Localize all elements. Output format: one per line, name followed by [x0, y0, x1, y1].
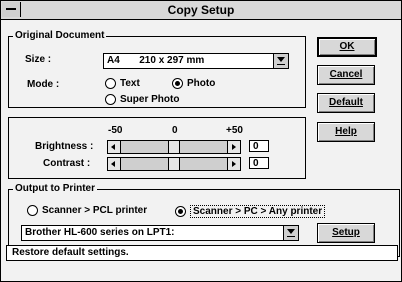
help-button-label: Help	[335, 126, 357, 137]
brightness-label: Brightness :	[35, 141, 94, 152]
output-pcl-label: Scanner > PCL printer	[42, 205, 148, 216]
size-dropdown-button[interactable]	[273, 54, 288, 68]
mode-photo-radio[interactable]: Photo	[172, 78, 215, 89]
radio-circle-icon	[105, 94, 116, 105]
size-label: Size :	[25, 54, 52, 65]
contrast-label: Contrast :	[43, 158, 91, 169]
copy-setup-dialog: Copy Setup Original Document Size : A4 2…	[0, 0, 402, 282]
output-any-printer-label: Scanner > PC > Any printer	[190, 205, 326, 218]
printer-dropdown-button[interactable]	[283, 226, 298, 240]
chevron-down-icon	[287, 229, 295, 234]
output-to-printer-title: Output to Printer	[13, 183, 97, 194]
default-button[interactable]: Default	[317, 93, 375, 113]
original-document-title: Original Document	[13, 30, 107, 41]
help-button[interactable]: Help	[317, 122, 375, 142]
printer-dropdown-value: Brother HL-600 series on LPT1:	[25, 227, 175, 238]
contrast-value-field[interactable]: 0	[249, 157, 269, 169]
brightness-value-field[interactable]: 0	[249, 140, 269, 152]
cancel-button-label: Cancel	[329, 69, 363, 80]
size-dropdown-value: A4 210 x 297 mm	[107, 55, 205, 66]
mode-super-photo-radio[interactable]: Super Photo	[105, 94, 179, 105]
dropdown-underline	[277, 64, 285, 65]
status-text: Restore default settings.	[12, 247, 129, 258]
image-adjust-group: -50 0 +50 Brightness : 0 Contrast : 0	[8, 117, 306, 179]
mode-text-radio[interactable]: Text	[105, 78, 140, 89]
mode-photo-label: Photo	[187, 78, 216, 89]
output-pcl-radio[interactable]: Scanner > PCL printer	[27, 205, 147, 216]
scroll-left-icon[interactable]	[108, 158, 121, 170]
default-button-label: Default	[329, 97, 363, 108]
ok-button-label: OK	[339, 41, 355, 52]
mode-text-label: Text	[120, 78, 140, 89]
scale-mid-label: 0	[172, 125, 178, 136]
title-bar[interactable]: Copy Setup	[1, 1, 401, 20]
dialog-body: Original Document Size : A4 210 x 297 mm…	[1, 20, 401, 281]
brightness-slider[interactable]	[107, 140, 241, 154]
original-document-group: Original Document Size : A4 210 x 297 mm…	[8, 30, 306, 108]
dropdown-underline	[287, 236, 295, 237]
window-title: Copy Setup	[167, 3, 235, 17]
cancel-button[interactable]: Cancel	[317, 65, 375, 85]
radio-circle-icon	[27, 205, 38, 216]
radio-circle-icon	[105, 78, 116, 89]
scroll-right-icon[interactable]	[227, 158, 240, 170]
scale-max-label: +50	[226, 125, 243, 136]
size-dropdown[interactable]: A4 210 x 297 mm	[103, 53, 289, 69]
mode-label: Mode :	[27, 79, 60, 90]
mode-super-photo-label: Super Photo	[120, 94, 180, 105]
scale-min-label: -50	[108, 125, 123, 136]
contrast-slider-thumb[interactable]	[168, 158, 180, 170]
output-any-printer-radio[interactable]: Scanner > PC > Any printer	[175, 205, 326, 218]
scroll-right-icon[interactable]	[227, 141, 240, 153]
setup-button[interactable]: Setup	[317, 223, 375, 243]
radio-selected-icon	[175, 206, 186, 217]
printer-dropdown[interactable]: Brother HL-600 series on LPT1:	[21, 225, 299, 241]
radio-selected-icon	[172, 78, 183, 89]
ok-button[interactable]: OK	[317, 37, 377, 57]
setup-button-label: Setup	[332, 227, 360, 238]
contrast-slider[interactable]	[107, 157, 241, 171]
brightness-slider-thumb[interactable]	[168, 141, 180, 153]
scroll-left-icon[interactable]	[108, 141, 121, 153]
status-bar: Restore default settings.	[6, 245, 398, 261]
chevron-down-icon	[277, 57, 285, 62]
